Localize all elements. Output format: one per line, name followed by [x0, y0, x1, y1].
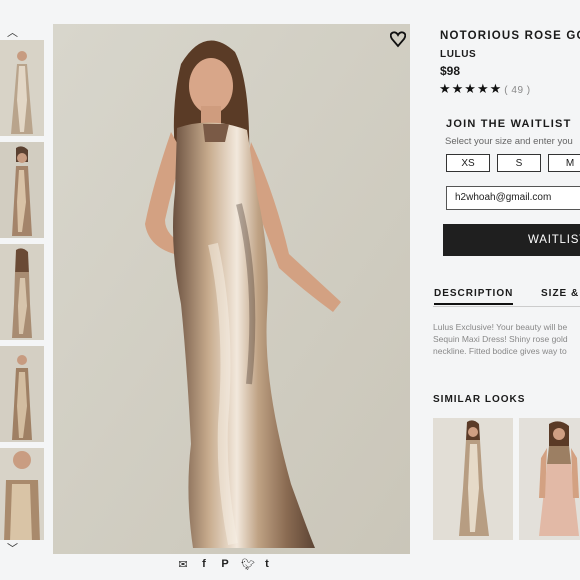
size-option-m[interactable]: M: [548, 154, 580, 172]
product-description: Lulus Exclusive! Your beauty will be Seq…: [433, 321, 580, 357]
product-page: ︿ ﹀ ✉ f P 🐦︎ t NOTORIOUS ROSE GO LULUS $…: [0, 0, 580, 580]
main-product-image[interactable]: [53, 24, 410, 554]
thumbnail-4[interactable]: [0, 346, 44, 442]
star-rating-icon: ★★★★★: [439, 81, 503, 96]
thumbnail-rail: ︿ ﹀: [0, 22, 46, 562]
waitlist-button[interactable]: WAITLIST: [443, 224, 580, 256]
tab-description[interactable]: DESCRIPTION: [434, 288, 514, 305]
twitter-icon[interactable]: 🐦︎: [241, 558, 255, 571]
description-line: Sequin Maxi Dress! Shiny rose gold: [433, 334, 568, 344]
share-bar: ✉ f P 🐦︎ t: [178, 558, 272, 571]
facebook-icon[interactable]: f: [199, 558, 209, 571]
thumbnail-5[interactable]: [0, 448, 44, 540]
thumbnail-2[interactable]: [0, 142, 44, 238]
product-title: NOTORIOUS ROSE GO: [440, 30, 580, 42]
rating[interactable]: ★★★★★( 49 ): [439, 81, 531, 97]
product-brand[interactable]: LULUS: [440, 49, 476, 60]
mail-icon[interactable]: ✉: [178, 558, 188, 571]
product-tabs: DESCRIPTION SIZE &: [433, 288, 580, 307]
similar-look-1[interactable]: [433, 418, 513, 540]
size-option-xs[interactable]: XS: [446, 154, 490, 172]
pinterest-icon[interactable]: P: [220, 558, 230, 571]
waitlist-subtitle: Select your size and enter you: [445, 136, 573, 147]
chevron-down-icon[interactable]: ﹀: [7, 544, 18, 555]
thumbnail-1[interactable]: [0, 40, 44, 136]
waitlist-heading: JOIN THE WAITLIST: [446, 118, 572, 130]
tab-size-fit[interactable]: SIZE &: [541, 288, 579, 299]
similar-looks-heading: SIMILAR LOOKS: [433, 394, 526, 405]
similar-look-2[interactable]: [519, 418, 580, 540]
heart-icon[interactable]: [390, 30, 406, 48]
tumblr-icon[interactable]: t: [262, 558, 272, 571]
email-field[interactable]: h2whoah@gmail.com: [446, 186, 580, 210]
product-price: $98: [440, 64, 461, 78]
review-count: ( 49 ): [504, 85, 531, 96]
description-line: Lulus Exclusive! Your beauty will be: [433, 322, 568, 332]
chevron-up-icon[interactable]: ︿: [7, 28, 18, 39]
size-option-s[interactable]: S: [497, 154, 541, 172]
thumbnail-3[interactable]: [0, 244, 44, 340]
description-line: neckline. Fitted bodice gives way to: [433, 346, 567, 356]
